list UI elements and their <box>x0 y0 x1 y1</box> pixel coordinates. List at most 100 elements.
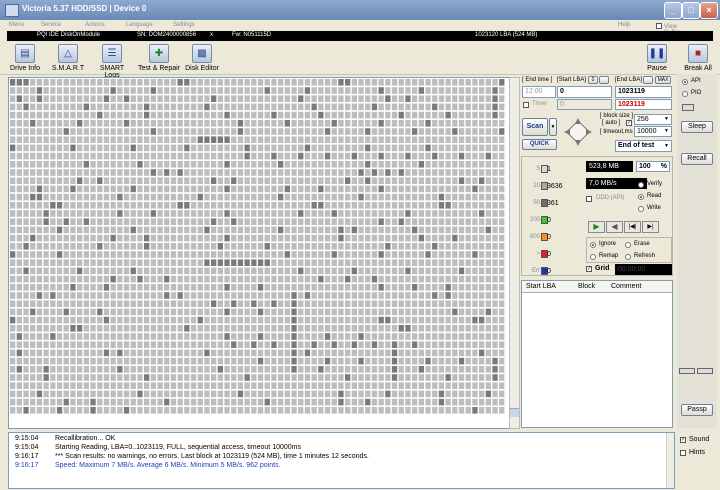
grid-block <box>197 144 203 152</box>
grid-block <box>351 210 357 217</box>
grid-block <box>324 366 331 373</box>
skip-back-icon[interactable]: |◀| <box>624 221 641 233</box>
scan-dropdown-button[interactable]: ▼ <box>549 118 557 136</box>
test-repair-button[interactable]: ✚ Test & Repair <box>136 44 182 72</box>
api-radio[interactable] <box>682 79 688 85</box>
log-panel[interactable]: 9:15:04 Recallibration... OK 9:15:04 Starti… <box>8 432 675 489</box>
log-scrollbar[interactable] <box>666 433 674 488</box>
grid-block <box>264 177 270 184</box>
grid-block <box>251 243 257 250</box>
maximize-button[interactable]: □ <box>682 2 700 19</box>
grid-checkbox[interactable]: ✓ <box>586 266 592 272</box>
grid-block <box>244 87 250 94</box>
read-radio[interactable] <box>638 194 644 200</box>
start-lba-dec-button[interactable] <box>599 76 609 84</box>
timer-checkbox[interactable] <box>523 102 529 108</box>
device-model[interactable]: PQI IDE DiskOnModule <box>37 32 100 38</box>
menu-item-actions[interactable]: Actions <box>85 22 105 28</box>
remap-radio[interactable] <box>590 254 596 260</box>
grid-scrollbar-thumb[interactable] <box>510 408 519 417</box>
grid-block <box>472 308 478 316</box>
menu-item-settings[interactable]: Settings <box>173 22 195 28</box>
title-bar[interactable]: Victoria 5.37 HDD/SSD | Device 0 _ □ × <box>0 0 720 20</box>
break-all-button[interactable]: ■ Break All <box>682 44 714 72</box>
grid-block <box>10 169 16 176</box>
timer-field[interactable]: 0 <box>557 99 612 110</box>
grid-block <box>237 316 244 324</box>
grid-block <box>157 243 163 250</box>
grid-block <box>351 398 357 406</box>
view-buffer-checkbox[interactable] <box>656 23 662 29</box>
device-close-button[interactable]: x <box>210 32 213 38</box>
quick-button[interactable]: QUICK <box>522 139 557 150</box>
view-buffer-live[interactable]: View Buffer Live <box>656 22 680 42</box>
results-table[interactable]: Start LBA Block Comment <box>521 280 673 428</box>
grid-block <box>137 398 143 406</box>
grid-block <box>298 325 304 332</box>
recall-button[interactable]: Recall <box>681 153 713 165</box>
grid-scrollbar[interactable] <box>509 77 520 429</box>
nav-down-icon[interactable] <box>575 140 581 146</box>
end-lba-set-button[interactable] <box>643 76 653 84</box>
menu-item-service[interactable]: Service <box>41 22 61 28</box>
grid-block <box>237 284 244 291</box>
pio-radio[interactable] <box>682 91 688 97</box>
grid-block <box>324 390 331 398</box>
scan-button[interactable]: Scan <box>522 118 548 136</box>
menu-item-menu[interactable]: Menu <box>9 22 24 28</box>
refresh-radio[interactable] <box>625 254 631 260</box>
skip-end-icon[interactable]: ▶| <box>642 221 659 233</box>
grid-block <box>298 144 304 152</box>
minimize-button[interactable]: _ <box>664 2 682 19</box>
start-lba-zero-button[interactable]: 0 <box>588 76 598 84</box>
auto-checkbox[interactable]: ✓ <box>626 120 632 126</box>
erase-radio[interactable] <box>625 242 631 248</box>
grid-block <box>438 144 445 152</box>
nav-up-icon[interactable] <box>575 118 581 124</box>
disk-editor-button[interactable]: ▩ Disk Editor <box>184 44 220 72</box>
timeout-select[interactable]: 10000 ▼ <box>634 126 672 137</box>
navigation-diamond[interactable] <box>560 114 596 150</box>
hints-checkbox[interactable] <box>680 450 686 456</box>
grid-block <box>56 169 63 176</box>
drive-info-button[interactable]: ▤ Drive Info <box>8 44 42 72</box>
grid-block <box>70 316 76 324</box>
block-size-select[interactable]: 256 ▼ <box>634 114 672 125</box>
passp-button[interactable]: Passp <box>681 404 713 416</box>
sleep-button[interactable]: Sleep <box>681 121 713 133</box>
ignore-radio[interactable] <box>590 242 596 248</box>
grid-block <box>177 185 183 193</box>
grid-block <box>144 210 150 217</box>
grid-block <box>318 218 324 225</box>
grid-block <box>405 366 411 373</box>
pause-button[interactable]: ❚❚ Pause <box>644 44 670 72</box>
grid-block <box>251 111 257 119</box>
smart-button[interactable]: △ S.M.A.R.T <box>48 44 88 72</box>
ddd-checkbox[interactable] <box>586 196 592 202</box>
back-icon[interactable]: ◀ <box>606 221 623 233</box>
col-start-lba[interactable]: Start LBA <box>526 283 556 290</box>
grid-block <box>492 316 498 324</box>
nav-left-icon[interactable] <box>564 129 570 135</box>
grid-block <box>345 308 351 316</box>
max-button[interactable]: MAX <box>655 76 671 84</box>
smart-logs-button[interactable]: ☰ SMART Logs <box>92 44 132 79</box>
nav-right-icon[interactable] <box>586 129 592 135</box>
menu-item-language[interactable]: Language <box>126 22 153 28</box>
verify-radio[interactable] <box>638 182 644 188</box>
end-lba-field[interactable]: 1023119 <box>615 86 672 98</box>
grid-block <box>331 177 337 184</box>
close-button[interactable]: × <box>700 2 718 19</box>
play-icon[interactable]: ▶ <box>588 221 605 233</box>
col-block[interactable]: Block <box>578 283 595 290</box>
end-of-test-select[interactable]: End of test ▼ <box>615 140 672 152</box>
start-lba-field[interactable]: 0 <box>557 86 612 98</box>
end-time-field[interactable]: 12:00 <box>522 86 556 98</box>
grid-block <box>345 152 351 160</box>
col-comment[interactable]: Comment <box>611 283 641 290</box>
menu-item-help[interactable]: Help <box>618 22 630 28</box>
grid-block <box>103 243 110 250</box>
grid-block <box>130 398 136 406</box>
write-radio[interactable] <box>638 206 644 212</box>
sound-checkbox[interactable]: ✓ <box>680 437 686 443</box>
